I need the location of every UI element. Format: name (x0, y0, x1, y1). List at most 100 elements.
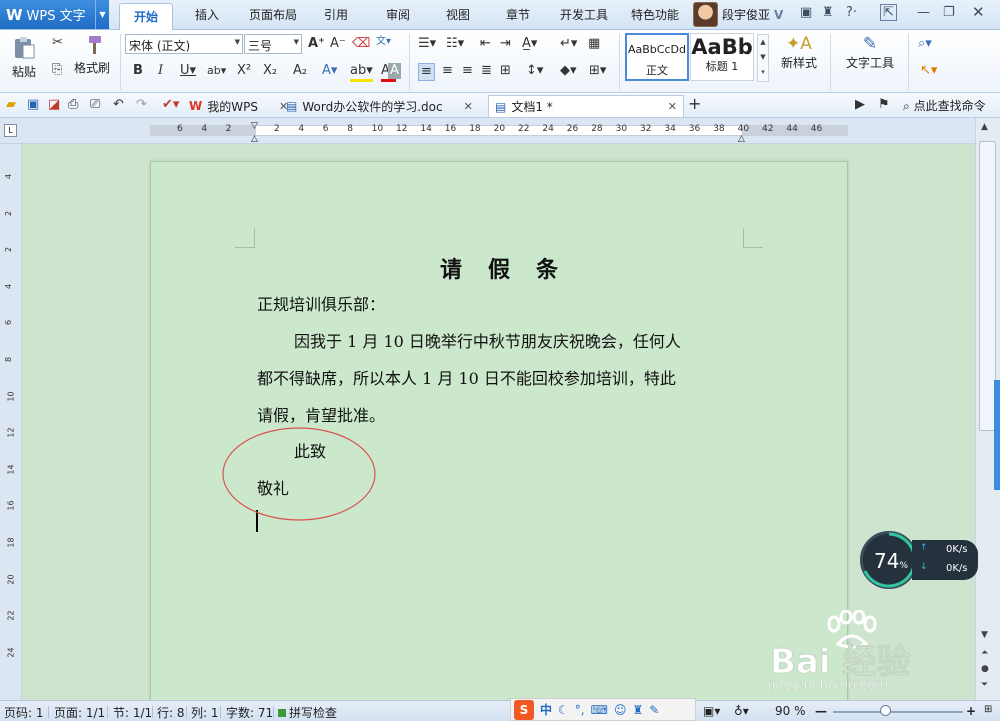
avatar[interactable] (693, 2, 718, 27)
ime-toolbar[interactable]: S 中 ☾ °, ⌨ ☺ ♜ ✎ (510, 698, 696, 721)
export-pdf-icon[interactable]: ◪ (48, 97, 60, 113)
status-col[interactable]: 列: 1 (191, 704, 219, 721)
char-shading-icon[interactable]: A (388, 63, 401, 79)
increase-indent-icon[interactable]: ⇥ (500, 36, 511, 52)
tab-review[interactable]: 审阅 (386, 6, 410, 23)
find-icon[interactable]: ⌕▾ (918, 36, 932, 52)
print-preview-icon[interactable]: ⎚ (90, 97, 100, 113)
status-page[interactable]: 页码: 1 (4, 704, 44, 721)
window-restore-up-icon[interactable]: ⇱ (880, 4, 897, 21)
tab-stop-selector[interactable]: L (4, 124, 17, 137)
phonetic-guide-icon[interactable]: 文▾ (376, 34, 391, 50)
scroll-up-icon[interactable]: ▲ (981, 122, 988, 132)
text-tools-button[interactable]: ✎ 文字工具 (838, 34, 902, 71)
tab-chapter[interactable]: 章节 (506, 6, 530, 23)
punctuation-icon[interactable]: °, (575, 703, 585, 717)
status-section[interactable]: 节: 1/1 (113, 704, 152, 721)
line-spacing-icon[interactable]: ↕▾ (526, 63, 543, 79)
paste-button[interactable]: 粘贴 (8, 34, 40, 80)
search-command-box[interactable]: ⌕ 点此查找命令 (903, 97, 986, 114)
paragraph-shading-icon[interactable]: ◆▾ (560, 63, 577, 79)
style-scroll-buttons[interactable]: ▲ ▼ ▾ (757, 34, 769, 82)
tab-developer[interactable]: 开发工具 (560, 6, 608, 23)
skin-shirt-icon[interactable]: ♜ (632, 703, 643, 717)
zoom-out-icon[interactable]: — (815, 704, 827, 718)
tab-features[interactable]: 特色功能 (631, 6, 679, 23)
decrease-indent-icon[interactable]: ⇤ (480, 36, 491, 52)
new-tab-icon[interactable]: + (688, 96, 701, 112)
app-menu-button[interactable]: W WPS 文字 ▼ (0, 0, 109, 29)
underline-icon[interactable]: U▾ (180, 63, 196, 79)
style-normal[interactable]: AaBbCcDd 正文 (625, 33, 689, 81)
right-indent-marker[interactable]: △ (738, 134, 745, 144)
text-direction-icon[interactable]: A̲▾ (522, 36, 537, 52)
tab-doc-word-study[interactable]: ▤ Word办公软件的学习.doc ✕ (280, 95, 479, 117)
redo-icon[interactable]: ↷ (136, 97, 147, 113)
italic-icon[interactable]: I (158, 63, 163, 79)
close-tab-icon[interactable]: ✕ (464, 100, 473, 113)
font-name-select[interactable]: 宋体 (正文) ▼ (125, 34, 243, 54)
font-size-select[interactable]: 三号 ▼ (244, 34, 302, 54)
char-spacing-icon[interactable]: A₂ (293, 63, 307, 79)
style-heading1[interactable]: AaBb 标题 1 (690, 33, 754, 81)
wrench-icon[interactable]: ✎ (649, 703, 659, 717)
copy-icon[interactable]: ⎘ (52, 62, 62, 78)
show-marks-icon[interactable]: ↵▾ (560, 36, 577, 52)
tab-references[interactable]: 引用 (324, 6, 348, 23)
superscript-icon[interactable]: X² (237, 63, 251, 79)
indent-marker[interactable]: ▽ (251, 121, 258, 131)
subscript-icon[interactable]: X₂ (263, 63, 277, 79)
bullet-list-icon[interactable]: ☰▾ (418, 36, 436, 52)
feedback-icon[interactable]: ⚑ (878, 97, 890, 113)
app-menu-dropdown-icon[interactable]: ▼ (95, 0, 109, 29)
left-indent-marker[interactable]: △ (251, 134, 258, 144)
align-left-icon[interactable]: ≡ (418, 63, 435, 81)
print-icon[interactable]: ⎙ (68, 97, 78, 113)
zoom-slider-handle[interactable] (880, 705, 891, 716)
eye-protect-icon[interactable]: ♁▾ (734, 704, 749, 718)
zoom-level[interactable]: 90 % (775, 704, 806, 718)
close-tab-icon[interactable]: ✕ (668, 100, 677, 113)
zoom-in-icon[interactable]: + (966, 704, 976, 718)
side-panel-tab[interactable] (994, 380, 1000, 490)
tab-view[interactable]: 视图 (446, 6, 470, 23)
status-row[interactable]: 行: 8 (157, 704, 185, 721)
network-speed-widget[interactable]: 74% ↑ 0K/s ↓ 0K/s (860, 531, 978, 589)
numbered-list-icon[interactable]: ☷▾ (446, 36, 464, 52)
tab-insert[interactable]: 插入 (195, 6, 219, 23)
ime-mode[interactable]: 中 (540, 701, 552, 718)
justify-icon[interactable]: ≣ (481, 63, 492, 79)
customize-qa-icon[interactable]: ✔▾ (162, 97, 179, 113)
user-account[interactable]: 段宇俊亚 V (693, 2, 783, 27)
zoom-slider[interactable] (833, 711, 963, 713)
table-border-icon[interactable]: ▦ (588, 36, 600, 52)
resize-grip-icon[interactable]: ⊞ (984, 704, 992, 715)
status-pages[interactable]: 页面: 1/1 (54, 704, 105, 721)
grow-font-icon[interactable]: A⁺ (308, 36, 325, 52)
bold-icon[interactable]: B (133, 63, 143, 79)
open-folder-icon[interactable]: ▰ (6, 97, 16, 113)
shrink-font-icon[interactable]: A⁻ (330, 36, 346, 52)
select-icon[interactable]: ↖▾ (920, 63, 937, 79)
share-icon[interactable]: ▶ (855, 97, 865, 113)
strikethrough-icon[interactable]: ab▾ (207, 63, 226, 79)
person-icon[interactable]: ☺ (614, 703, 627, 717)
skin-icon[interactable]: ▣ (800, 5, 812, 20)
help-icon[interactable]: ?· (846, 5, 857, 20)
document-page[interactable]: 请 假 条 正规培训俱乐部： 因我于 1 月 10 日晚举行中秋节朋友庆祝晚会，… (150, 161, 848, 721)
shirt-icon[interactable]: ♜ (822, 5, 834, 20)
format-painter-button[interactable]: 格式刷 (72, 34, 112, 76)
status-word-count[interactable]: 字数: 71 (226, 704, 273, 721)
keyboard-icon[interactable]: ⌨ (591, 703, 608, 717)
moon-icon[interactable]: ☾ (558, 703, 569, 717)
cut-icon[interactable]: ✂ (52, 35, 63, 51)
vertical-ruler[interactable]: 4 2 2 4 6 8 10 12 14 16 18 20 22 24 (0, 144, 22, 700)
minimize-icon[interactable]: — (917, 5, 930, 20)
view-mode-icon[interactable]: ▣▾ (703, 704, 720, 718)
save-icon[interactable]: ▣ (27, 97, 39, 113)
horizontal-ruler[interactable]: L ▽ △ △ 6 4 2 2 4 6 8 10 12 14 16 18 20 22 24 26 28 30 32 3… (0, 118, 1000, 144)
borders-icon[interactable]: ⊞▾ (589, 63, 606, 79)
maximize-icon[interactable]: ❐ (943, 5, 955, 20)
spell-check-toggle[interactable]: 拼写检查 (278, 704, 337, 721)
align-center-icon[interactable]: ≡ (442, 63, 453, 79)
